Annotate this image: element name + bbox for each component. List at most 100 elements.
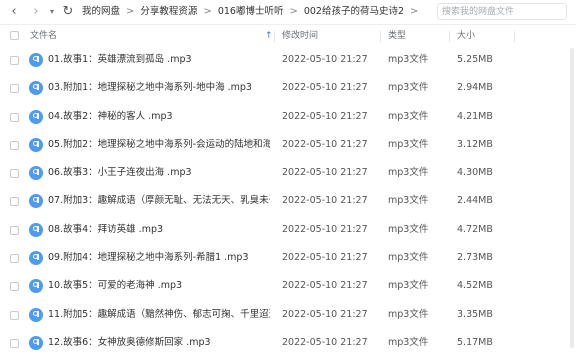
music-file-icon [29,81,43,96]
sort-ascending-icon[interactable]: ↑ [265,27,273,45]
file-modified-time: 2022-05-10 21:27 [282,110,368,122]
file-modified-time: 2022-05-10 21:27 [282,195,368,207]
file-row[interactable]: 03.附加1：地理探秘之地中海系列-地中海 .mp3 2022-05-10 21… [0,74,576,102]
file-row[interactable]: 12.故事6：女神放奥德修斯回家 .mp3 2022-05-10 21:27 m… [0,329,576,357]
music-file-icon [29,279,43,294]
file-name[interactable]: 03.附加1：地理探秘之地中海系列-地中海 .mp3 [48,74,270,102]
row-checkbox[interactable] [10,254,19,264]
file-modified-time: 2022-05-10 21:27 [282,280,368,292]
file-row[interactable]: 04.故事2：神秘的客人 .mp3 2022-05-10 21:27 mp3文件… [0,103,576,131]
file-modified-time: 2022-05-10 21:27 [282,138,368,150]
file-row[interactable]: 08.故事4：拜访英雄 .mp3 2022-05-10 21:27 mp3文件 … [0,216,576,244]
file-type: mp3文件 [388,82,429,94]
file-name[interactable]: 12.故事6：女神放奥德修斯回家 .mp3 [48,329,270,357]
file-name[interactable]: 08.故事4：拜访英雄 .mp3 [48,216,270,244]
music-file-icon [29,137,43,152]
file-name[interactable]: 05.附加2：地理探秘之地中海系列-会运动的陆地和海洋 .... [48,131,270,159]
breadcrumb-separator: > [203,6,212,17]
row-checkbox[interactable] [10,56,19,65]
row-checkbox[interactable] [10,338,19,348]
music-file-icon [29,222,43,237]
file-row[interactable]: 09.附加4：地理探秘之地中海系列-希腊1 .mp3 2022-05-10 21… [0,244,576,272]
file-modified-time: 2022-05-10 21:27 [282,167,368,179]
column-divider[interactable] [274,31,275,42]
file-type: mp3文件 [388,54,429,65]
file-type: mp3文件 [388,336,429,348]
column-header-name[interactable]: 文件名 [30,27,57,45]
file-modified-time: 2022-05-10 21:27 [282,336,368,348]
breadcrumb-item-my-drive[interactable]: 我的网盘 [82,6,120,17]
file-size: 4.30MB [457,167,493,179]
column-header-size[interactable]: 大小 [457,27,475,45]
file-size: 2.94MB [457,82,493,94]
row-checkbox[interactable] [10,84,19,94]
file-size: 5.17MB [457,336,493,348]
file-name[interactable]: 09.附加4：地理探秘之地中海系列-希腊1 .mp3 [48,244,270,272]
music-file-icon [29,53,43,67]
music-file-icon [29,251,43,266]
file-size: 2.73MB [457,252,493,264]
column-divider[interactable] [380,31,381,42]
file-modified-time: 2022-05-10 21:27 [282,223,368,235]
file-type: mp3文件 [388,138,429,150]
file-type: mp3文件 [388,195,429,207]
file-row[interactable]: 10.故事5：可爱的老海神 .mp3 2022-05-10 21:27 mp3文… [0,272,576,300]
file-name[interactable]: 10.故事5：可爱的老海神 .mp3 [48,272,270,300]
file-size: 3.12MB [457,138,493,150]
breadcrumb-item-share-resources[interactable]: 分享教程资源 [140,6,197,17]
select-all-checkbox[interactable] [10,31,19,40]
file-row[interactable]: 07.附加3：趣解成语（厚颜无耻、无法无天、乳臭未干）.... 2022-05-… [0,187,576,215]
file-name[interactable]: 11.附加5：趣解成语（黯然神伤、郁志可掬、千里迢迢）.... [48,301,270,329]
file-type: mp3文件 [388,280,429,292]
file-row[interactable]: 01.故事1：英雄漂流到孤岛 .mp3 2022-05-10 21:27 mp3… [0,46,576,74]
row-checkbox[interactable] [10,282,19,292]
row-checkbox[interactable] [10,310,19,320]
column-header-type[interactable]: 类型 [388,27,406,45]
file-list-header: 文件名 ↑ 修改时间 类型 大小 [0,27,576,45]
file-name[interactable]: 07.附加3：趣解成语（厚颜无耻、无法无天、乳臭未干）.... [48,187,270,215]
file-type: mp3文件 [388,308,429,320]
file-row[interactable]: 11.附加5：趣解成语（黯然神伤、郁志可掬、千里迢迢）.... 2022-05-… [0,301,576,329]
file-modified-time: 2022-05-10 21:27 [282,54,368,65]
row-checkbox[interactable] [10,225,19,235]
vertical-scrollbar[interactable] [570,48,574,348]
file-size: 3.35MB [457,308,493,320]
file-name[interactable]: 01.故事1：英雄漂流到孤岛 .mp3 [48,46,270,74]
file-size: 4.52MB [457,280,493,292]
row-checkbox[interactable] [10,197,19,207]
music-file-icon [29,307,43,322]
row-checkbox[interactable] [10,169,19,179]
refresh-icon[interactable]: ↻ [61,3,75,21]
file-type: mp3文件 [388,110,429,122]
music-file-icon [29,335,43,350]
file-name[interactable]: 04.故事2：神秘的客人 .mp3 [48,103,270,131]
music-file-icon [29,166,43,181]
breadcrumb-separator: > [289,6,298,17]
row-checkbox[interactable] [10,140,19,150]
file-type: mp3文件 [388,167,429,179]
file-modified-time: 2022-05-10 21:27 [282,308,368,320]
file-type: mp3文件 [388,252,429,264]
back-arrow-icon[interactable]: ‹ [8,3,20,21]
file-row[interactable]: 05.附加2：地理探秘之地中海系列-会运动的陆地和海洋 .... 2022-05… [0,131,576,159]
file-modified-time: 2022-05-10 21:27 [282,252,368,264]
breadcrumb: 我的网盘 > 分享教程资源 >016嘟博士听听 >002给孩子的荷马史诗2 > [82,5,424,19]
file-name[interactable]: 06.故事3：小王子连夜出海 .mp3 [48,159,270,187]
toolbar: ‹ › ▾ ↻ 我的网盘 > 分享教程资源 >016嘟博士听听 >002给孩子的荷马史诗… [0,0,576,25]
search-input[interactable] [437,3,567,20]
column-header-time[interactable]: 修改时间 [282,27,318,45]
breadcrumb-separator: > [410,6,419,17]
file-size: 4.21MB [457,110,493,122]
breadcrumb-item-folder-016[interactable]: 016嘟博士听听 [218,6,284,17]
music-file-icon [29,109,43,124]
row-checkbox[interactable] [10,112,19,122]
file-size: 4.72MB [457,223,493,235]
breadcrumb-item-current-folder[interactable]: 002给孩子的荷马史诗2 [304,6,404,17]
column-divider[interactable] [514,31,515,42]
file-row[interactable]: 06.故事3：小王子连夜出海 .mp3 2022-05-10 21:27 mp3… [0,159,576,187]
breadcrumb-separator: > [126,6,135,17]
file-size: 5.25MB [457,54,493,65]
history-dropdown-icon[interactable]: ▾ [47,3,57,21]
forward-arrow-icon[interactable]: › [30,3,42,21]
column-divider[interactable] [449,31,450,42]
